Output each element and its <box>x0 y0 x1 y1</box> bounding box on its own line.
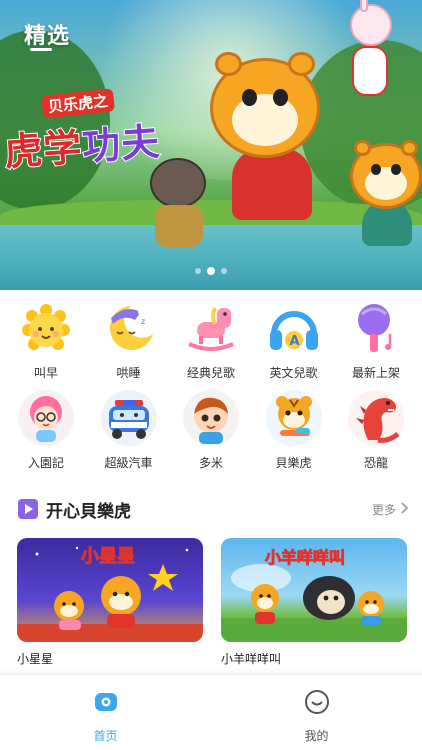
home-tv-icon <box>93 689 119 719</box>
thumbnail-caption: 小羊咩咩叫 <box>264 548 346 568</box>
pagination-dot-active[interactable] <box>207 267 215 275</box>
category-domi[interactable]: 多米 <box>181 390 241 480</box>
banner-pagination <box>0 267 422 275</box>
tiger-kungfu-suit <box>232 148 312 220</box>
rabbit-ears <box>360 0 368 12</box>
microphone-icon <box>348 300 404 356</box>
category-dinosaurs[interactable]: 恐龍 <box>346 390 406 480</box>
banner-logo-title: 虎学功夫 <box>2 119 163 176</box>
app-screen: 贝乐虎之 虎学功夫 精选 叫早 z 哄睡 经典兒歌 A 英文兒歌 最新上架 入園… <box>0 0 422 750</box>
rocking-horse-icon <box>183 300 239 356</box>
category-label: 多米 <box>198 456 223 470</box>
more-link[interactable]: 更多 <box>371 501 409 518</box>
headphones-icon: A <box>266 300 322 356</box>
more-label: 更多 <box>371 502 396 517</box>
category-label: 入園記 <box>27 456 64 470</box>
small-tiger-character <box>350 140 422 209</box>
video-card[interactable]: 小星星 小星星 <box>17 538 203 667</box>
boy-icon <box>183 390 239 446</box>
video-card-list: 小星星 小星星 小羊咩咩叫 小羊咩咩叫 <box>17 538 407 667</box>
category-wake-up[interactable]: 叫早 <box>16 300 76 390</box>
banner-water <box>0 225 422 290</box>
category-kindergarten[interactable]: 入園記 <box>16 390 76 480</box>
category-beilehu[interactable]: 貝樂虎 <box>264 390 324 480</box>
section-header: 开心貝樂虎 更多 <box>18 495 409 523</box>
pagination-dot[interactable] <box>195 268 201 274</box>
category-label: 叫早 <box>33 366 58 380</box>
video-thumbnail[interactable]: 小羊咩咩叫 <box>221 538 407 642</box>
rabbit-character <box>350 4 392 46</box>
main-tiger-character <box>210 51 320 158</box>
category-label: 超級汽車 <box>104 456 153 470</box>
page-title-underline <box>30 48 52 51</box>
tab-home[interactable]: 首页 <box>0 675 211 750</box>
thumbnail-caption: 小星星 <box>81 546 136 568</box>
chevron-right-icon <box>400 501 409 517</box>
pagination-dot[interactable] <box>221 268 227 274</box>
category-english-songs[interactable]: A 英文兒歌 <box>264 300 324 390</box>
tab-label: 我的 <box>304 729 329 743</box>
bottom-tab-bar: 首页 我的 <box>0 674 422 750</box>
category-classic-songs[interactable]: 经典兒歌 <box>181 300 241 390</box>
svg-text:z: z <box>141 317 145 326</box>
moon-icon: z <box>101 300 157 356</box>
cat-body <box>155 205 203 247</box>
video-title: 小星星 <box>17 652 54 666</box>
category-row: 叫早 z 哄睡 经典兒歌 A 英文兒歌 最新上架 <box>0 300 422 390</box>
category-new-releases[interactable]: 最新上架 <box>346 300 406 390</box>
category-grid: 叫早 z 哄睡 经典兒歌 A 英文兒歌 最新上架 入園記 超級汽車 多米 貝樂虎… <box>0 300 422 480</box>
category-label: 经典兒歌 <box>186 366 235 380</box>
page-title[interactable]: 精选 <box>24 18 70 50</box>
dinosaur-icon <box>348 390 404 446</box>
category-super-cars[interactable]: 超級汽車 <box>99 390 159 480</box>
girl-icon <box>18 390 74 446</box>
tab-profile[interactable]: 我的 <box>211 675 422 750</box>
category-label: 英文兒歌 <box>269 366 318 380</box>
section-title: 开心貝樂虎 <box>46 501 131 522</box>
category-lullaby[interactable]: z 哄睡 <box>99 300 159 390</box>
profile-icon <box>304 689 330 719</box>
category-label: 貝樂虎 <box>275 456 312 470</box>
category-label: 哄睡 <box>116 366 141 380</box>
video-card[interactable]: 小羊咩咩叫 小羊咩咩叫 <box>221 538 407 667</box>
video-title: 小羊咩咩叫 <box>221 652 282 666</box>
hero-banner[interactable]: 贝乐虎之 虎学功夫 精选 <box>0 0 422 290</box>
category-row: 入園記 超級汽車 多米 貝樂虎 恐龍 <box>0 390 422 480</box>
video-thumbnail[interactable]: 小星星 <box>17 538 203 642</box>
police-car-icon <box>100 390 157 446</box>
category-label: 最新上架 <box>351 366 400 380</box>
category-label: 恐龍 <box>363 456 388 470</box>
tab-label: 首页 <box>93 729 118 743</box>
rabbit-body <box>352 46 388 96</box>
sun-icon <box>18 300 74 356</box>
video-play-icon <box>18 499 38 519</box>
tiger-icon <box>265 390 322 446</box>
svg-text:A: A <box>289 334 299 349</box>
